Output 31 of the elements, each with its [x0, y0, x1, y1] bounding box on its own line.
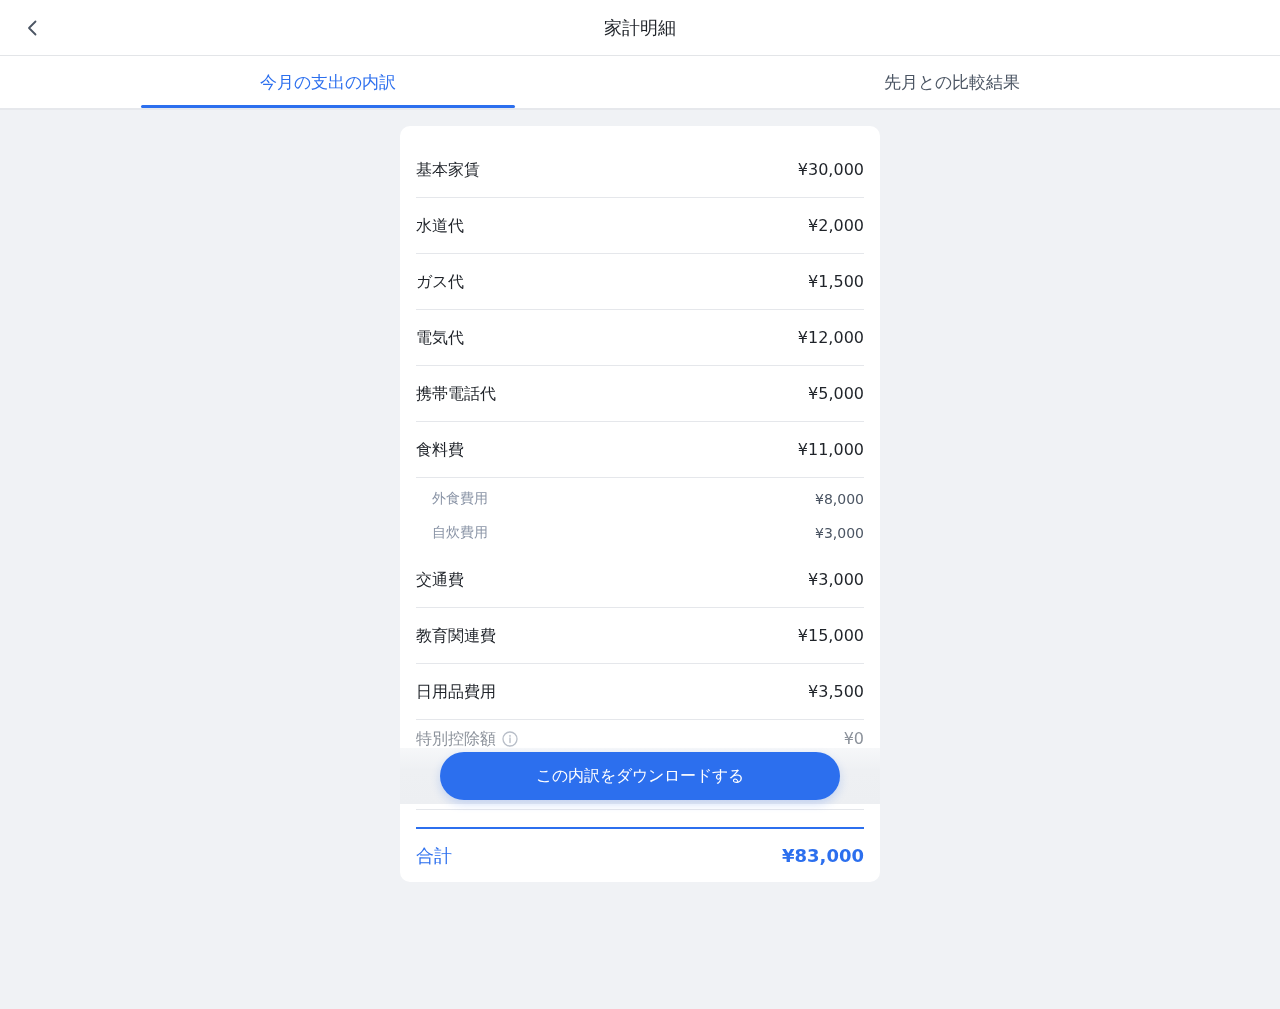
item-amount: ¥2,000 [808, 214, 864, 237]
tab[interactable]: 今月の支出の内訳 [16, 56, 640, 108]
sub-item-label: 外食費用 [432, 490, 488, 508]
item-label: 基本家賃 [416, 158, 480, 181]
page-title: 家計明細 [604, 15, 676, 40]
total-amount: ¥83,000 [782, 844, 864, 868]
item-label: 携帯電話代 [416, 382, 496, 405]
item-label: 教育関連費 [416, 624, 496, 647]
item-amount: ¥30,000 [797, 158, 864, 181]
item-amount: ¥15,000 [797, 624, 864, 647]
item-amount: ¥12,000 [797, 326, 864, 349]
item-label: 食料費 [416, 438, 464, 461]
item-label: 交通費 [416, 568, 464, 591]
item-label: 特別控除額 [416, 728, 496, 750]
item-amount: ¥11,000 [797, 438, 864, 461]
total-label: 合計 [416, 844, 452, 868]
back-icon [27, 19, 37, 36]
tab[interactable]: 先月との比較結果 [640, 56, 1264, 108]
item-amount: ¥3,500 [808, 680, 864, 703]
action-button[interactable]: この内訳をダウンロードする [440, 752, 840, 800]
item-amount: ¥0 [843, 728, 864, 750]
item-label: 水道代 [416, 214, 464, 237]
item-label: 電気代 [416, 326, 464, 349]
item-amount: ¥1,500 [808, 270, 864, 293]
item-amount: ¥5,000 [808, 382, 864, 405]
item-label: ガス代 [416, 270, 464, 293]
sub-item-amount: ¥3,000 [815, 525, 864, 541]
item-amount: ¥3,000 [808, 568, 864, 591]
item-label: 日用品費用 [416, 680, 496, 703]
sub-item-label: 自炊費用 [432, 524, 488, 542]
sub-item-amount: ¥8,000 [815, 491, 864, 507]
